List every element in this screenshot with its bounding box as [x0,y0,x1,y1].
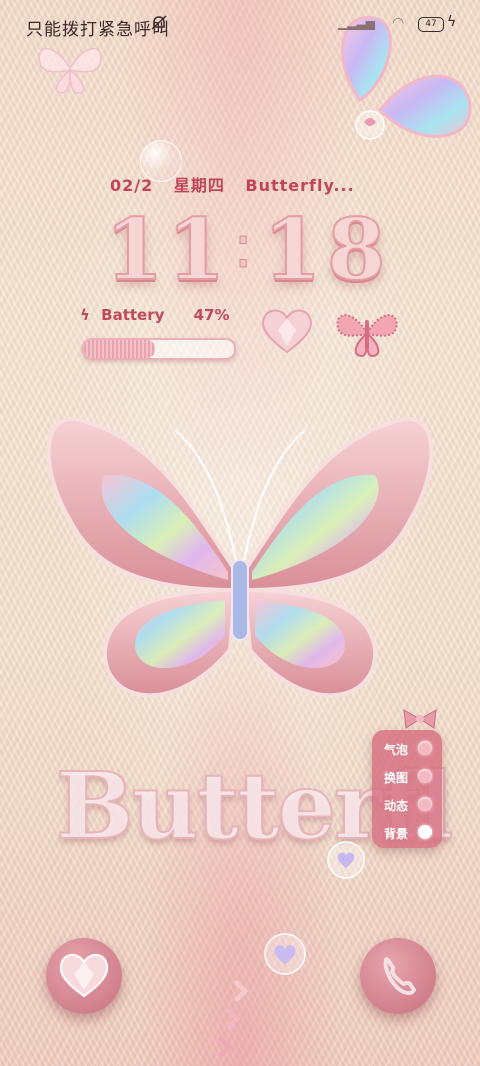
battery-level: 47 [425,19,437,29]
battery-progress-bar [82,338,236,360]
toggle-dot[interactable] [418,825,432,839]
battery-widget: ϟ Battery 47% [80,306,230,324]
menu-item-bubble[interactable]: 气泡 [384,736,440,762]
battery-percent: 47% [193,306,230,324]
phone-shortcut-button[interactable] [360,938,436,1014]
signal-icon: ▁▂▃▅ [338,16,375,30]
wifi-icon: ◠ [392,15,405,31]
carrier-text: 只能拨打紧急呼叫 [26,20,170,40]
clock[interactable]: 1 1 : 1 8 [104,199,386,300]
status-bar: 只能拨打紧急呼叫 ▁▂▃▅ ◠ 47 ϟ [0,0,480,48]
menu-item-label: 换图 [384,771,409,785]
menu-item-change-image[interactable]: 换图 [384,764,440,790]
menu-item-dynamic[interactable]: 动态 [384,792,440,818]
bow-icon [403,709,437,729]
theme-title: Butterfly... [245,176,355,195]
theme-options-menu: 气泡 换图 动态 背景 [372,730,442,848]
lightning-icon: ϟ [80,306,90,324]
clock-colon: : [232,212,254,283]
bell-muted-icon [151,15,167,30]
date-text: 02/2 [110,176,154,195]
heart-gem-icon [262,309,312,354]
toggle-dot[interactable] [418,741,432,755]
charging-icon: ϟ [447,14,457,30]
battery-progress-fill [84,340,155,358]
swipe-up-chevrons-icon [218,980,249,1058]
date-line: 02/2 星期四 Butterfly... [110,172,369,196]
toggle-dot[interactable] [418,769,432,783]
stitched-butterfly-icon [336,314,398,358]
main-butterfly-artwork [46,416,434,698]
clock-hour-tens: 1 [104,199,164,300]
toggle-dot[interactable] [418,797,432,811]
phone-icon [383,957,416,995]
clock-minute-ones: 8 [326,199,386,300]
menu-item-label: 背景 [384,827,409,841]
battery-icon: 47 [418,17,444,32]
clock-minute-tens: 1 [262,199,322,300]
battery-label: Battery [101,306,165,324]
menu-item-background[interactable]: 背景 [384,820,440,846]
heart-bubble-decoration [327,841,365,879]
clock-hour-ones: 1 [166,199,226,300]
menu-item-label: 动态 [384,799,409,813]
heart-gem-shortcut-button[interactable] [46,938,122,1014]
weekday-text: 星期四 [173,176,225,195]
menu-item-label: 气泡 [384,743,409,757]
heart-gem-icon [59,953,109,998]
